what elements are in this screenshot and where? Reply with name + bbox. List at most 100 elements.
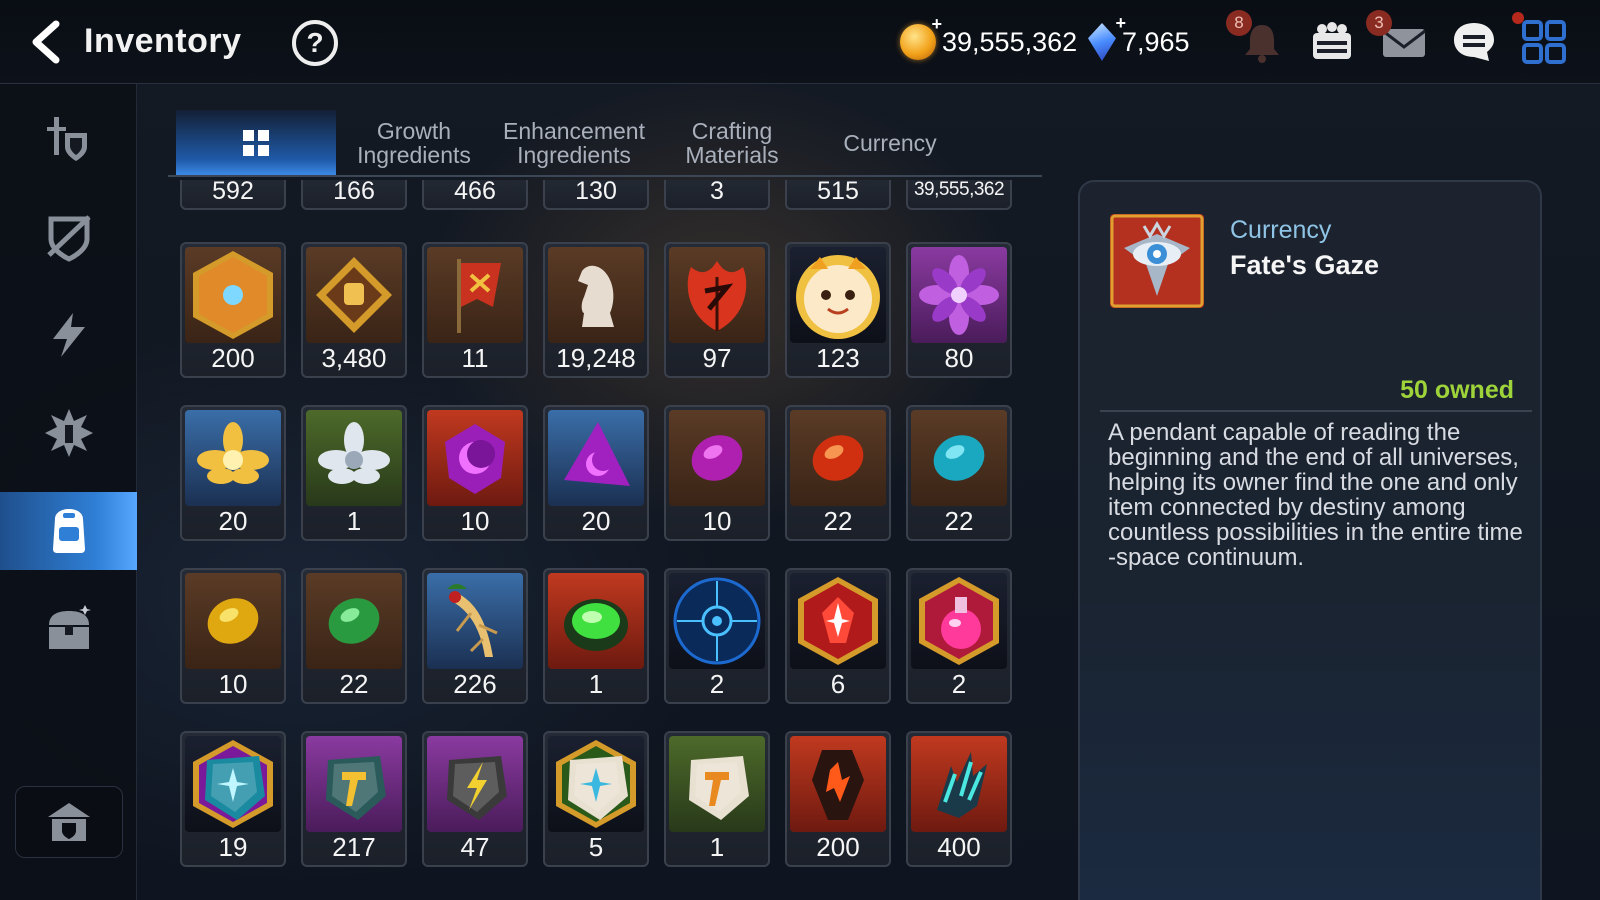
item-count: 1 — [588, 669, 604, 699]
grid-menu-icon — [1522, 20, 1566, 64]
inventory-item-slot[interactable]: 2 — [906, 568, 1012, 704]
inventory-item-slot[interactable]: 47 — [422, 731, 528, 867]
item-count: 123 — [816, 343, 860, 373]
chat-button[interactable] — [1446, 14, 1502, 70]
item-count: 22 — [944, 506, 974, 536]
purple-triangle-gem-icon — [548, 410, 644, 506]
inventory-item-slot[interactable]: 130 — [543, 180, 649, 210]
sidebar-item-equipment[interactable] — [0, 198, 137, 276]
item-count: 3,480 — [321, 343, 387, 373]
friends-group-icon — [1313, 22, 1351, 59]
sidebar-item-storage[interactable] — [0, 590, 137, 668]
notification-badge: 8 — [1226, 10, 1252, 36]
golden-root-icon — [427, 573, 523, 669]
page-title: Inventory — [84, 22, 242, 60]
purple-bolt-stone-icon — [427, 736, 523, 832]
item-count: 10 — [702, 506, 732, 536]
tab-crafting-materials[interactable]: Crafting Materials — [652, 110, 812, 176]
inventory-item-slot[interactable]: 39,555,362 — [906, 180, 1012, 210]
inventory-item-slot[interactable]: 400 — [906, 731, 1012, 867]
item-grid: 592 166 466 130 3 515 39,555,362 200 3,480 11 19,2… — [168, 180, 1044, 900]
mail-badge: 3 — [1366, 10, 1392, 36]
backpack-icon — [52, 509, 85, 553]
item-category: Currency — [1230, 216, 1332, 244]
item-count: 200 — [211, 343, 255, 373]
tab-all[interactable] — [176, 110, 336, 176]
purple-moon-gem-icon — [427, 410, 523, 506]
eye-pendant-icon — [1110, 214, 1204, 308]
item-description: A pendant capable of reading the beginni… — [1108, 419, 1523, 571]
tab-growth-ingredients[interactable]: Growth Ingredients — [334, 110, 494, 176]
tab-currency[interactable]: Currency — [810, 110, 970, 176]
sidebar-item-inventory[interactable] — [0, 492, 137, 570]
red-leaf-icon — [669, 247, 765, 343]
inventory-item-slot[interactable]: 22 — [906, 405, 1012, 541]
inventory-item-slot[interactable]: 5 — [543, 731, 649, 867]
inventory-item-slot[interactable]: 515 — [785, 180, 891, 210]
fist-emblem-icon — [306, 247, 402, 343]
inventory-item-slot[interactable]: 3 — [664, 180, 770, 210]
inventory-item-slot[interactable]: 19 — [180, 731, 286, 867]
purple-flower-icon — [911, 247, 1007, 343]
item-count: 130 — [575, 180, 617, 205]
friends-button[interactable] — [1304, 14, 1360, 70]
crystal-amount: 7,965 — [1122, 26, 1190, 57]
left-sidebar — [0, 84, 137, 900]
inventory-item-slot[interactable]: 10 — [422, 405, 528, 541]
inventory-item-slot[interactable]: 11 — [422, 242, 528, 378]
gold-currency[interactable]: + 39,555,362 — [900, 14, 1077, 64]
inventory-item-slot[interactable]: 200 — [785, 731, 891, 867]
inventory-item-slot[interactable]: 80 — [906, 242, 1012, 378]
tab-enhancement-ingredients[interactable]: Enhancement Ingredients — [494, 110, 654, 176]
sidebar-item-heroes[interactable] — [0, 100, 137, 178]
item-count: 1 — [346, 506, 362, 536]
item-count: 22 — [339, 669, 369, 699]
notification-bell-button[interactable]: 8 — [1226, 10, 1290, 70]
item-count: 2 — [951, 669, 967, 699]
detail-divider — [1100, 410, 1532, 412]
inventory-item-slot[interactable]: 20 — [543, 405, 649, 541]
item-count: 19 — [218, 832, 248, 862]
mail-button[interactable]: 3 — [1366, 10, 1432, 70]
inventory-item-slot[interactable]: 22 — [301, 568, 407, 704]
inventory-item-slot[interactable]: 6 — [785, 568, 891, 704]
inventory-item-slot[interactable]: 123 — [785, 242, 891, 378]
sidebar-item-artifacts[interactable] — [0, 296, 137, 374]
spiky-emblem-icon — [44, 409, 93, 457]
inventory-item-slot[interactable]: 1 — [301, 405, 407, 541]
inventory-item-slot[interactable]: 97 — [664, 242, 770, 378]
inventory-item-slot[interactable]: 2 — [664, 568, 770, 704]
item-count: 20 — [581, 506, 611, 536]
inventory-item-slot[interactable]: 466 — [422, 180, 528, 210]
owned-count: 50 owned — [1400, 376, 1514, 404]
inventory-item-slot[interactable]: 22 — [785, 405, 891, 541]
back-arrow-icon[interactable] — [24, 18, 72, 66]
green-hex-stone-icon — [548, 736, 644, 832]
inventory-item-slot[interactable]: 19,248 — [543, 242, 649, 378]
teal-shards-icon — [911, 736, 1007, 832]
menu-button[interactable] — [1512, 12, 1572, 70]
inventory-item-slot[interactable]: 10 — [664, 405, 770, 541]
item-count: 6 — [830, 669, 846, 699]
inventory-item-slot[interactable]: 1 — [664, 731, 770, 867]
item-count: 10 — [218, 669, 248, 699]
crystal-currency[interactable]: + 7,965 — [1088, 13, 1190, 64]
chat-bubble-icon — [1454, 23, 1494, 61]
item-count: 217 — [332, 832, 376, 862]
inventory-item-slot[interactable]: 226 — [422, 568, 528, 704]
inventory-item-slot[interactable]: 1 — [543, 568, 649, 704]
inventory-item-slot[interactable]: 166 — [301, 180, 407, 210]
inventory-item-slot[interactable]: 3,480 — [301, 242, 407, 378]
guild-button[interactable] — [15, 786, 123, 858]
blue-rune-disc-icon — [669, 573, 765, 669]
question-circle-icon[interactable]: ? — [292, 20, 338, 66]
inventory-item-slot[interactable]: 592 — [180, 180, 286, 210]
sword-shield-icon — [46, 117, 87, 161]
green-hammer-stone-icon — [669, 736, 765, 832]
sidebar-item-catalysts[interactable] — [0, 394, 137, 472]
item-count: 80 — [944, 343, 974, 373]
inventory-item-slot[interactable]: 10 — [180, 568, 286, 704]
inventory-item-slot[interactable]: 217 — [301, 731, 407, 867]
inventory-item-slot[interactable]: 20 — [180, 405, 286, 541]
inventory-item-slot[interactable]: 200 — [180, 242, 286, 378]
